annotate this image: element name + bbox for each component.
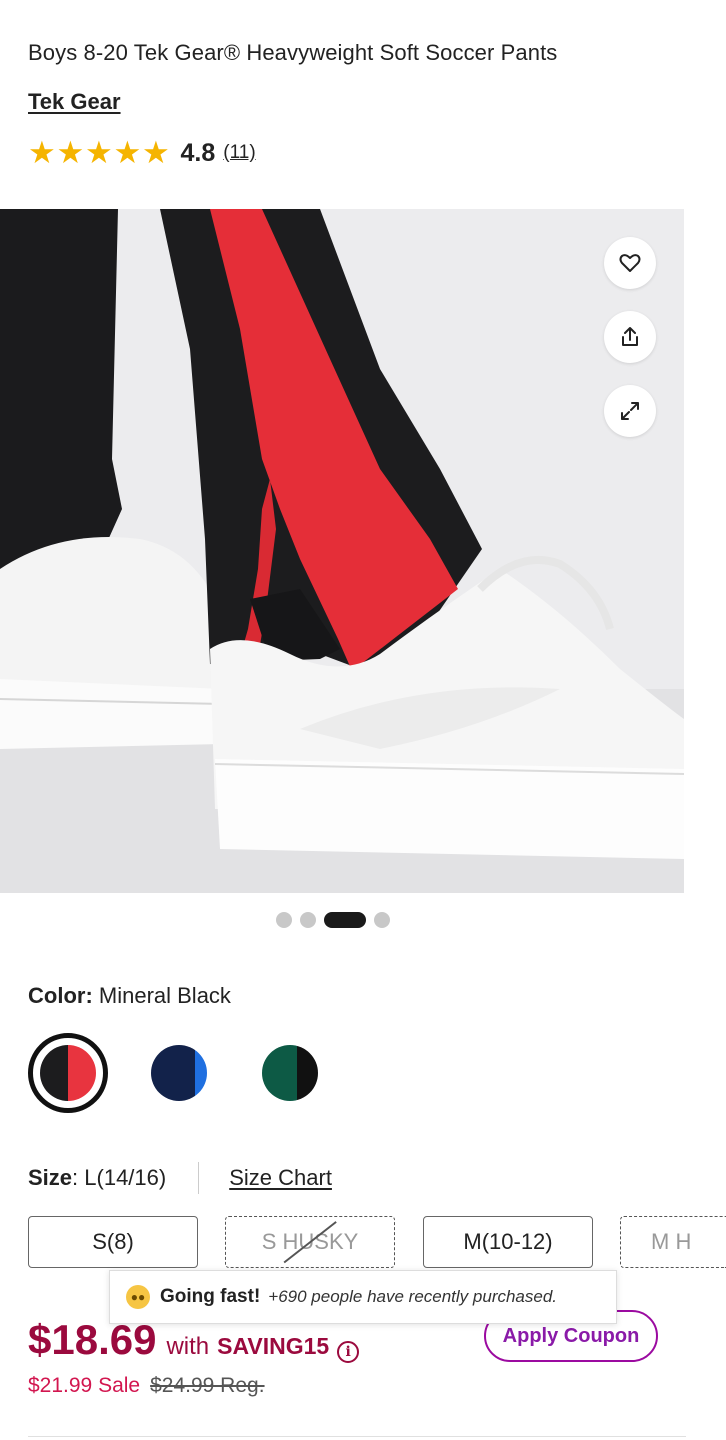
swatch-fill <box>262 1045 318 1101</box>
info-icon[interactable]: i <box>337 1341 360 1363</box>
share-button[interactable] <box>604 311 656 363</box>
carousel-dot[interactable] <box>374 912 390 928</box>
color-swatch-green[interactable] <box>250 1033 330 1113</box>
size-option-s8[interactable]: S(8) <box>28 1216 198 1268</box>
sale-price-row: $21.99 Sale $24.99 Reg. <box>28 1374 265 1398</box>
swatch-fill <box>40 1045 96 1101</box>
star-icon: ★ <box>56 135 85 171</box>
heart-icon <box>619 254 641 272</box>
star-icon: ★ <box>85 135 113 171</box>
size-option-label: S(8) <box>92 1229 134 1254</box>
expand-button[interactable] <box>604 385 656 437</box>
product-image[interactable] <box>0 209 684 893</box>
carousel-dot[interactable] <box>300 912 316 928</box>
size-label-row: Size: L(14/16) Size Chart <box>28 1162 332 1194</box>
going-fast-toast: ●● Going fast! +690 people have recently… <box>109 1270 617 1324</box>
star-icon: ★ <box>142 135 170 171</box>
carousel-dot[interactable] <box>276 912 292 928</box>
size-option-label: M H <box>651 1229 692 1254</box>
star-icon: ★ <box>28 135 56 171</box>
star-icon: ★ <box>113 135 142 171</box>
size-label-group: Size: L(14/16) <box>28 1165 167 1190</box>
color-swatch-navy[interactable] <box>139 1033 219 1113</box>
product-photo <box>0 209 684 893</box>
color-swatch-mineral-black[interactable] <box>28 1033 108 1113</box>
size-chart-link[interactable]: Size Chart <box>229 1165 332 1191</box>
share-icon <box>622 327 638 346</box>
coupon-code: SAVING15 <box>217 1333 330 1359</box>
regular-price: $24.99 Reg. <box>150 1374 265 1397</box>
review-count-link[interactable]: (11) <box>223 142 255 164</box>
carousel-pagination <box>276 912 390 928</box>
size-option-label: M(10-12) <box>463 1229 553 1254</box>
carousel-dot-active[interactable] <box>324 912 366 928</box>
selected-size: L(14/16) <box>84 1165 167 1190</box>
selected-color: Mineral Black <box>98 983 231 1008</box>
brand-link[interactable]: Tek Gear <box>28 89 121 115</box>
product-title: Boys 8-20 Tek Gear® Heavyweight Soft Soc… <box>28 40 558 65</box>
with-text: with <box>166 1333 210 1360</box>
star-rating: ★ ★ ★ ★ ★ <box>28 135 171 171</box>
wishlist-button[interactable] <box>604 237 656 289</box>
grimace-emoji-icon: ●● <box>126 1285 150 1309</box>
section-divider <box>28 1436 686 1437</box>
color-label-row: Color: Mineral Black <box>28 983 231 1009</box>
size-label: Size <box>28 1165 73 1190</box>
color-label: Color: <box>28 983 93 1008</box>
toast-message: +690 people have recently purchased. <box>268 1287 558 1306</box>
sale-price: $21.99 Sale <box>28 1374 141 1397</box>
divider <box>198 1162 200 1194</box>
swatch-fill <box>151 1045 207 1101</box>
expand-icon <box>621 402 639 420</box>
rating-value: 4.8 <box>180 138 216 167</box>
rating-summary[interactable]: ★ ★ ★ ★ ★ 4.8 (11) <box>28 135 256 171</box>
size-option-m10-12[interactable]: M(10-12) <box>423 1216 593 1268</box>
toast-title: Going fast! <box>160 1286 261 1307</box>
size-option-m-husky[interactable]: M H <box>620 1216 726 1268</box>
size-option-s-husky[interactable]: S HUSKY <box>225 1216 395 1268</box>
